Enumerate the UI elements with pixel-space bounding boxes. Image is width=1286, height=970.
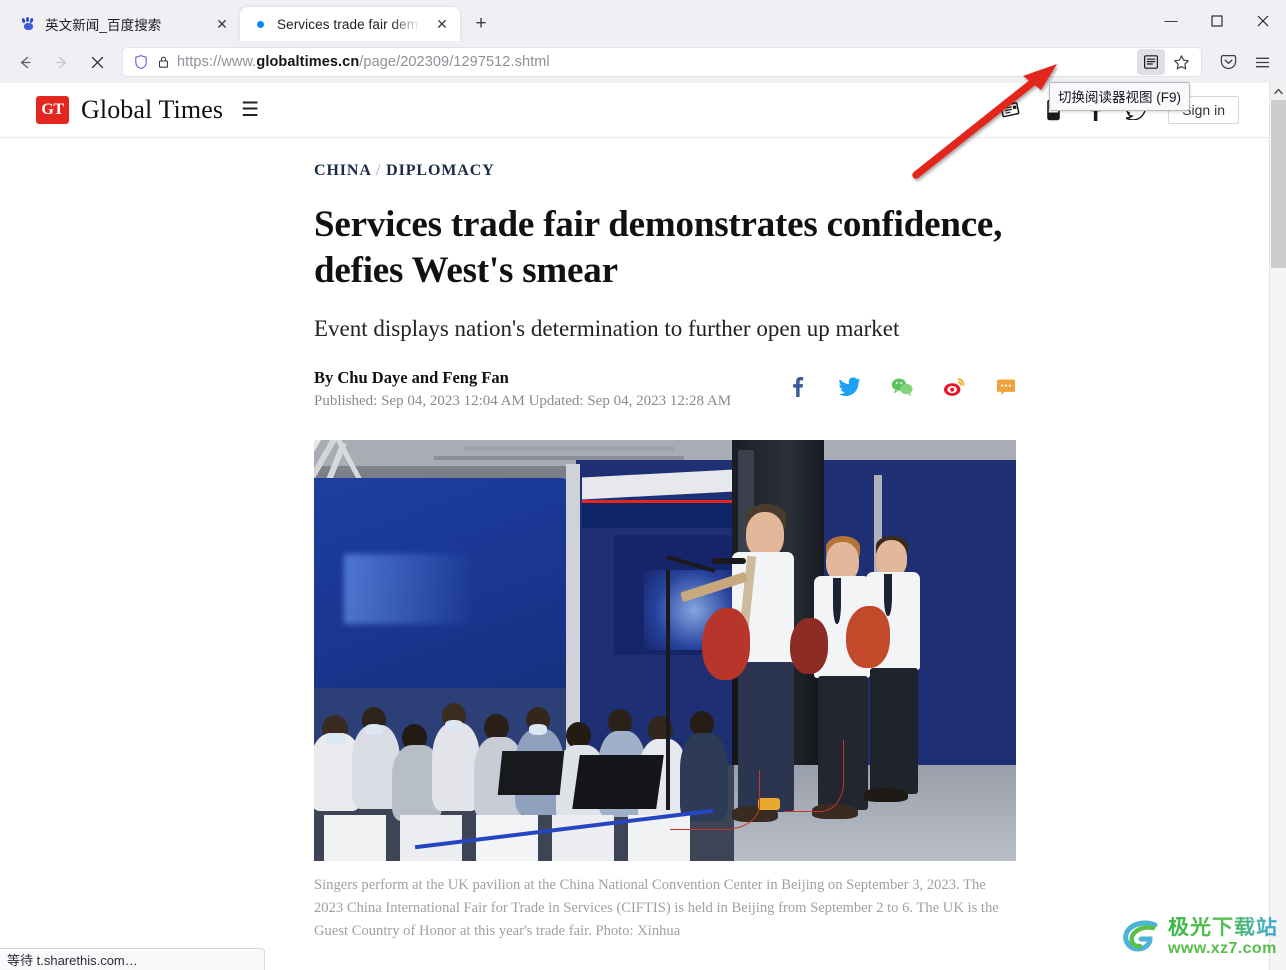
bookmark-star-icon[interactable] xyxy=(1167,49,1195,75)
breadcrumb-item-diplomacy[interactable]: DIPLOMACY xyxy=(386,162,495,179)
share-buttons xyxy=(787,368,1017,398)
maximize-button[interactable] xyxy=(1194,0,1240,41)
article-photo-wrap: Singers perform at the UK pavilion at th… xyxy=(314,439,1016,943)
breadcrumb: CHINA / DIPLOMACY xyxy=(314,162,1017,180)
watermark-title: 极光下载站 xyxy=(1168,916,1278,939)
shield-icon[interactable] xyxy=(133,54,149,70)
gt-badge: GT xyxy=(36,96,69,124)
newspaper-icon[interactable] xyxy=(1000,98,1022,122)
article-subheadline: Event displays nation's determination to… xyxy=(314,315,900,341)
web-page: GT Global Times ☰ Sign in CHINA / DIPLOM… xyxy=(0,83,1269,970)
scroll-up-arrow-icon[interactable] xyxy=(1269,83,1286,100)
reader-view-tooltip: 切换阅读器视图 (F9) xyxy=(1049,82,1190,111)
status-bar: 等待 t.sharethis.com… xyxy=(0,948,265,970)
facebook-icon[interactable] xyxy=(787,376,809,398)
lock-icon[interactable] xyxy=(156,55,170,69)
tab-title: Services trade fair demonstra xyxy=(277,16,423,32)
url-text[interactable]: https://www.globaltimes.cn/page/202309/1… xyxy=(177,54,1130,70)
close-window-button[interactable] xyxy=(1240,0,1286,41)
article-byline: By Chu Daye and Feng Fan xyxy=(314,367,509,387)
forward-button[interactable] xyxy=(44,46,78,78)
breadcrumb-separator: / xyxy=(375,162,382,179)
address-bar[interactable]: https://www.globaltimes.cn/page/202309/1… xyxy=(122,47,1202,77)
tab-close-icon[interactable]: ✕ xyxy=(212,14,232,34)
new-tab-button[interactable]: + xyxy=(466,9,496,39)
scrollbar-thumb[interactable] xyxy=(1270,100,1286,268)
page-scrollbar[interactable] xyxy=(1269,83,1286,970)
browser-tab-globaltimes[interactable]: Services trade fair demonstra ✕ xyxy=(240,7,460,41)
tab-strip: 英文新闻_百度搜索 ✕ Services trade fair demonstr… xyxy=(0,0,1286,41)
address-bar-actions xyxy=(1137,49,1195,75)
watermark-url: www.xz7.com xyxy=(1168,940,1277,957)
hamburger-menu-icon[interactable] xyxy=(1246,47,1278,77)
scrollbar-track[interactable] xyxy=(1269,100,1286,970)
article-timestamps: Published: Sep 04, 2023 12:04 AM Updated… xyxy=(314,392,732,409)
browser-tab-baidu[interactable]: 英文新闻_百度搜索 ✕ xyxy=(8,7,240,41)
minimize-button[interactable]: — xyxy=(1148,0,1194,41)
article-photo xyxy=(314,439,1016,861)
site-menu-icon[interactable]: ☰ xyxy=(241,100,259,120)
site-title: Global Times xyxy=(81,95,224,124)
baidu-icon xyxy=(20,16,36,32)
message-icon[interactable] xyxy=(995,376,1017,398)
window-controls: — xyxy=(1148,0,1286,41)
tab-close-icon[interactable]: ✕ xyxy=(432,14,452,34)
weibo-icon[interactable] xyxy=(943,376,965,398)
twitter-icon[interactable] xyxy=(839,376,861,398)
pocket-icon[interactable] xyxy=(1212,47,1244,77)
navigation-toolbar: https://www.globaltimes.cn/page/202309/1… xyxy=(0,41,1286,83)
article: CHINA / DIPLOMACY Services trade fair de… xyxy=(0,138,1269,943)
loading-indicator-icon xyxy=(252,16,268,32)
article-headline: Services trade fair demonstrates confide… xyxy=(314,204,1003,291)
wechat-icon[interactable] xyxy=(891,376,913,398)
site-logo[interactable]: GT Global Times xyxy=(36,95,223,125)
byline-row: By Chu Daye and Feng Fan Published: Sep … xyxy=(314,368,1017,410)
watermark-text: 极光下载站 www.xz7.com xyxy=(1168,917,1278,957)
page-viewport: GT Global Times ☰ Sign in CHINA / DIPLOM… xyxy=(0,83,1286,970)
tab-title: 英文新闻_百度搜索 xyxy=(45,18,162,33)
reader-view-icon[interactable] xyxy=(1137,49,1165,75)
watermark: 极光下载站 www.xz7.com xyxy=(1120,916,1278,958)
breadcrumb-item-china[interactable]: CHINA xyxy=(314,162,371,179)
toolbar-actions xyxy=(1212,47,1278,77)
watermark-logo-icon xyxy=(1120,916,1162,958)
browser-window: 英文新闻_百度搜索 ✕ Services trade fair demonstr… xyxy=(0,0,1286,970)
back-button[interactable] xyxy=(8,46,42,78)
stop-loading-button[interactable] xyxy=(80,46,114,78)
photo-caption: Singers perform at the UK pavilion at th… xyxy=(314,876,999,939)
